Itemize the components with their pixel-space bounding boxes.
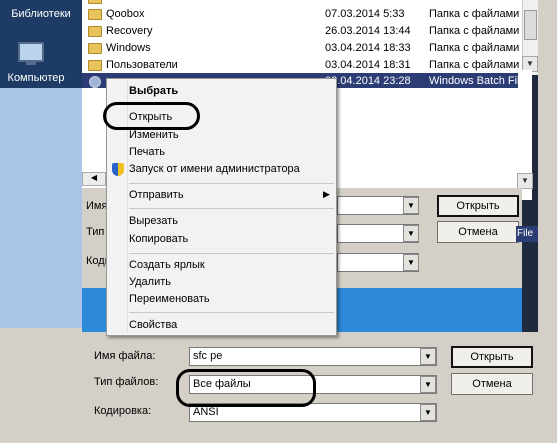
nav-pane-bottom bbox=[0, 328, 82, 443]
menu-item-label: Удалить bbox=[129, 276, 171, 288]
file-type: Windows Batch File bbox=[429, 75, 522, 87]
file-type: Папка с файлами bbox=[429, 42, 520, 54]
menu-item-label: Создать ярлык bbox=[129, 259, 205, 271]
submenu-arrow-icon: ▶ bbox=[323, 189, 330, 199]
menu-item-label: Запуск от имени администратора bbox=[129, 163, 300, 175]
chevron-down-icon[interactable]: ▼ bbox=[403, 197, 419, 214]
chevron-down-icon[interactable]: ▼ bbox=[420, 348, 436, 365]
menu-item-label: Отправить bbox=[129, 189, 184, 201]
scroll-left-icon[interactable]: ◀ bbox=[82, 172, 106, 186]
file-type: Папка с файлами bbox=[429, 25, 520, 37]
annotation-oval-open bbox=[103, 102, 200, 130]
chevron-down-icon[interactable]: ▼ bbox=[420, 376, 436, 393]
open-button[interactable]: Открыть bbox=[437, 195, 519, 217]
computer-stand-icon bbox=[26, 62, 36, 65]
folder-icon bbox=[88, 0, 102, 4]
menu-item-label: Изменить bbox=[129, 129, 179, 141]
file-name: Пользователи bbox=[106, 59, 178, 71]
file-name: Windows bbox=[106, 42, 151, 54]
file-name: Recovery bbox=[106, 25, 153, 37]
filename-label: Имя bbox=[86, 200, 108, 212]
file-row[interactable]: Qoobox 07.03.2014 5:33 Папка с файлами bbox=[82, 6, 522, 23]
cancel-button[interactable]: Отмена bbox=[451, 373, 533, 395]
annotation-oval-filetype bbox=[176, 369, 316, 407]
nav-pane-lower bbox=[0, 88, 82, 328]
menu-item-rename[interactable]: Переименовать bbox=[107, 290, 336, 310]
encoding-label: Кодировка: bbox=[94, 405, 152, 417]
window-edge bbox=[538, 0, 557, 443]
file-name: Qoobox bbox=[106, 8, 145, 20]
menu-separator bbox=[129, 312, 334, 313]
open-button[interactable]: Открыть bbox=[451, 346, 533, 368]
file-date: 03.04.2014 18:33 bbox=[325, 42, 411, 54]
menu-item-label: Копировать bbox=[129, 233, 189, 245]
chevron-down-icon[interactable]: ▼ bbox=[403, 254, 419, 271]
scrollbar-thumb[interactable] bbox=[524, 10, 537, 40]
cancel-button[interactable]: Отмена bbox=[437, 221, 519, 243]
menu-item-label: Вырезать bbox=[129, 215, 178, 227]
filename-label: Имя файла: bbox=[94, 350, 156, 362]
selected-type-fragment: File bbox=[516, 226, 538, 242]
chevron-down-icon[interactable]: ▼ bbox=[420, 404, 436, 421]
file-type: Папка с файлами bbox=[429, 8, 520, 20]
menu-item-label: Свойства bbox=[129, 319, 178, 331]
menu-item-select[interactable]: Выбрать bbox=[107, 82, 336, 102]
nav-item-computer[interactable]: Компьютер bbox=[0, 72, 77, 84]
file-list: Qoobox 07.03.2014 5:33 Папка с файлами R… bbox=[82, 0, 522, 88]
menu-item-send-to[interactable]: Отправить ▶ bbox=[107, 186, 336, 206]
nav-item-libraries[interactable]: Библиотеки bbox=[0, 8, 82, 20]
folder-icon bbox=[88, 9, 102, 20]
scroll-down-icon[interactable]: ▼ bbox=[517, 173, 533, 189]
file-date: 03.04.2014 18:31 bbox=[325, 59, 411, 71]
menu-item-cut[interactable]: Вырезать bbox=[107, 212, 336, 232]
menu-item-label: Печать bbox=[129, 146, 166, 158]
file-date: 07.03.2014 5:33 bbox=[325, 8, 405, 20]
menu-item-label: Выбрать bbox=[129, 85, 179, 97]
chevron-down-icon[interactable]: ▼ bbox=[403, 225, 419, 242]
batch-file-icon bbox=[89, 76, 101, 88]
file-date: 26.03.2014 13:44 bbox=[325, 25, 411, 37]
menu-item-properties[interactable]: Свойства bbox=[107, 316, 336, 336]
folder-icon bbox=[88, 26, 102, 37]
folder-icon bbox=[88, 60, 102, 71]
shield-icon bbox=[112, 163, 124, 176]
filename-input[interactable]: sfc pe bbox=[189, 347, 437, 366]
menu-item-copy[interactable]: Копировать bbox=[107, 230, 336, 250]
file-type: Папка с файлами bbox=[429, 59, 520, 71]
filetype-label: Тип bbox=[86, 226, 105, 238]
folder-icon bbox=[88, 43, 102, 54]
menu-separator bbox=[129, 208, 334, 209]
file-row[interactable]: Recovery 26.03.2014 13:44 Папка с файлам… bbox=[82, 23, 522, 40]
file-row[interactable]: Windows 03.04.2014 18:33 Папка с файлами bbox=[82, 40, 522, 57]
menu-item-label: Переименовать bbox=[129, 293, 210, 305]
file-row[interactable]: Пользователи 03.04.2014 18:31 Папка с фа… bbox=[82, 57, 522, 74]
menu-separator bbox=[129, 183, 334, 184]
filetype-label: Тип файлов: bbox=[94, 376, 159, 388]
menu-separator bbox=[129, 253, 334, 254]
menu-item-run-as-admin[interactable]: Запуск от имени администратора bbox=[107, 160, 336, 180]
computer-icon bbox=[18, 42, 44, 62]
file-date: 03.04.2014 23:28 bbox=[325, 75, 411, 87]
